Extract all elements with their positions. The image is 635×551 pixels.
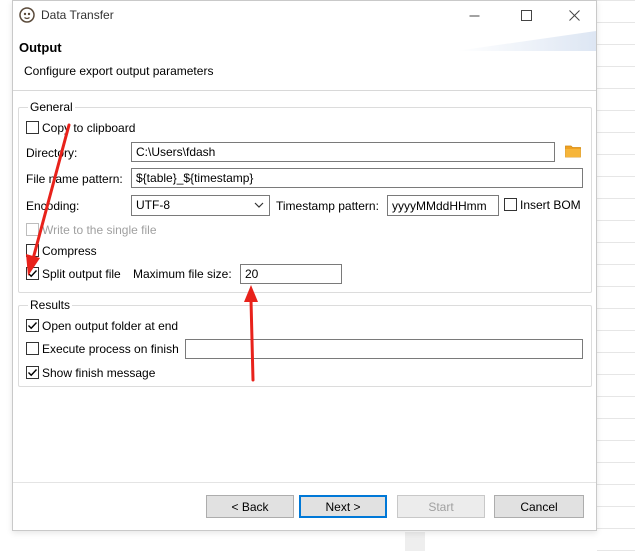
directory-label: Directory: — [26, 146, 78, 160]
checkmark-icon — [28, 369, 38, 377]
file-name-pattern-label: File name pattern: — [26, 172, 123, 186]
window-title: Data Transfer — [41, 8, 114, 22]
copy-to-clipboard-checkbox[interactable] — [26, 121, 39, 134]
close-button[interactable] — [551, 1, 597, 29]
results-group-label: Results — [28, 298, 73, 312]
folder-icon[interactable] — [565, 144, 581, 158]
background-strip — [405, 532, 425, 551]
encoding-select[interactable]: UTF-8 — [131, 195, 270, 216]
write-single-file-checkbox[interactable] — [26, 223, 39, 236]
timestamp-pattern-input[interactable] — [387, 195, 499, 216]
minimize-button[interactable] — [451, 1, 497, 29]
encoding-label: Encoding: — [26, 199, 80, 213]
maximize-icon — [520, 9, 532, 21]
timestamp-pattern-label: Timestamp pattern: — [276, 199, 379, 213]
data-transfer-dialog: Data Transfer Output Configure export ou… — [12, 0, 597, 531]
page-description: Configure export output parameters — [24, 64, 214, 78]
split-output-file-checkbox[interactable] — [26, 267, 39, 280]
encoding-value: UTF-8 — [136, 198, 170, 212]
maximize-button[interactable] — [503, 1, 549, 29]
page-header: Output Configure export output parameter… — [13, 29, 596, 91]
chevron-down-icon — [254, 202, 264, 208]
execute-process-checkbox[interactable] — [26, 342, 39, 355]
execute-process-input[interactable] — [185, 339, 583, 359]
header-banner-decoration — [456, 31, 596, 51]
page-title: Output — [19, 40, 62, 55]
open-output-folder-checkbox[interactable] — [26, 319, 39, 332]
split-output-file-label: Split output file — [42, 267, 121, 281]
next-button[interactable]: Next > — [299, 495, 387, 518]
close-icon — [568, 9, 580, 21]
maximum-file-size-label: Maximum file size: — [133, 267, 232, 281]
settings-area: General Copy to clipboard Directory: Fil… — [13, 91, 596, 482]
minimize-icon — [469, 15, 479, 16]
back-button[interactable]: < Back — [206, 495, 294, 518]
file-name-pattern-input[interactable] — [131, 168, 583, 188]
compress-label: Compress — [42, 244, 97, 258]
checkmark-icon — [28, 322, 38, 330]
title-bar: Data Transfer — [13, 1, 596, 29]
maximum-file-size-input[interactable] — [240, 264, 342, 284]
start-button[interactable]: Start — [397, 495, 485, 518]
write-single-file-label: Write to the single file — [42, 223, 157, 237]
dbeaver-icon — [19, 7, 35, 23]
directory-input[interactable] — [131, 142, 555, 162]
checkmark-icon — [28, 270, 38, 278]
cancel-button[interactable]: Cancel — [494, 495, 584, 518]
insert-bom-label: Insert BOM — [520, 198, 581, 212]
open-output-folder-label: Open output folder at end — [42, 319, 179, 333]
show-finish-message-label: Show finish message — [42, 366, 156, 380]
general-group-label: General — [28, 100, 75, 114]
background-spreadsheet — [597, 0, 635, 551]
insert-bom-checkbox[interactable] — [504, 198, 517, 211]
copy-to-clipboard-label: Copy to clipboard — [42, 121, 136, 135]
compress-checkbox[interactable] — [26, 244, 39, 257]
show-finish-message-checkbox[interactable] — [26, 366, 39, 379]
execute-process-label: Execute process on finish — [42, 342, 179, 356]
footer-divider — [13, 482, 596, 483]
